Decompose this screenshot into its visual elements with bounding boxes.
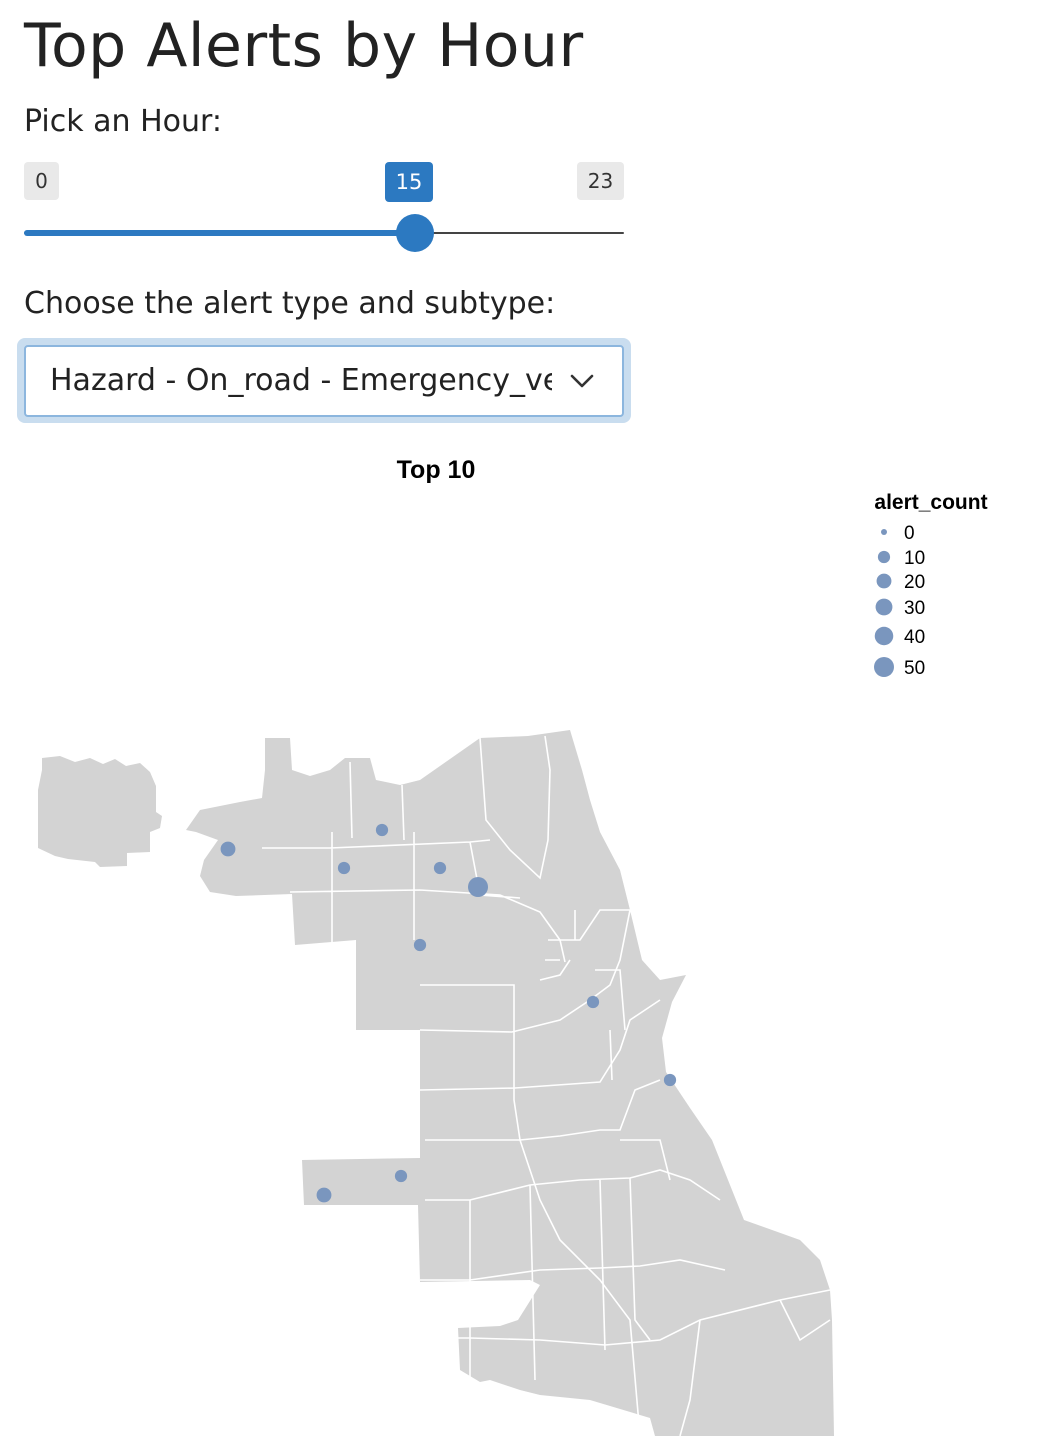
legend-title: alert_count <box>874 491 987 514</box>
slider-handle[interactable] <box>396 214 435 252</box>
map-chart: Top 10 alert_count 0 10 20 30 40 50 <box>38 456 988 1436</box>
alert-type-select[interactable]: Hazard - On_road - Emergency_vehicle <box>24 345 624 417</box>
legend-label: 50 <box>904 658 925 679</box>
alert-point <box>663 1073 677 1087</box>
city-basemap <box>38 730 834 1436</box>
legend-symbol <box>881 529 887 535</box>
alert-point <box>316 1187 332 1203</box>
alert-point <box>394 1169 408 1183</box>
slider-min-label: 0 <box>24 162 59 200</box>
legend-label: 0 <box>904 523 915 544</box>
slider-value-badge: 15 <box>385 162 433 202</box>
alert-point <box>337 861 351 875</box>
page-title: Top Alerts by Hour <box>24 11 584 81</box>
legend-symbol <box>874 657 894 677</box>
legend-symbol <box>876 573 892 589</box>
alert-point <box>586 995 600 1009</box>
legend-label: 30 <box>904 598 925 619</box>
legend-label: 40 <box>904 627 925 648</box>
legend-label: 20 <box>904 572 925 593</box>
alert-type-select-focus-ring: Hazard - On_road - Emergency_vehicle <box>17 338 631 423</box>
alert-point <box>220 841 236 857</box>
slider-fill <box>24 230 416 236</box>
hour-slider-label: Pick an Hour: <box>24 104 222 139</box>
alert-point <box>468 877 488 897</box>
legend-symbol <box>875 598 893 616</box>
chart-title: Top 10 <box>397 456 476 484</box>
legend-symbol <box>874 626 894 646</box>
chevron-down-icon <box>570 374 594 388</box>
alert-type-selected-value: Hazard - On_road - Emergency_vehicle <box>50 363 552 398</box>
alert-point <box>375 823 389 837</box>
alert-point <box>433 861 447 875</box>
slider-max-label: 23 <box>577 162 624 200</box>
alert-point <box>413 938 427 952</box>
map-legend: alert_count 0 10 20 30 40 50 <box>874 491 988 679</box>
legend-label: 10 <box>904 548 925 569</box>
alert-type-label: Choose the alert type and subtype: <box>24 286 556 321</box>
legend-symbol <box>877 550 891 564</box>
